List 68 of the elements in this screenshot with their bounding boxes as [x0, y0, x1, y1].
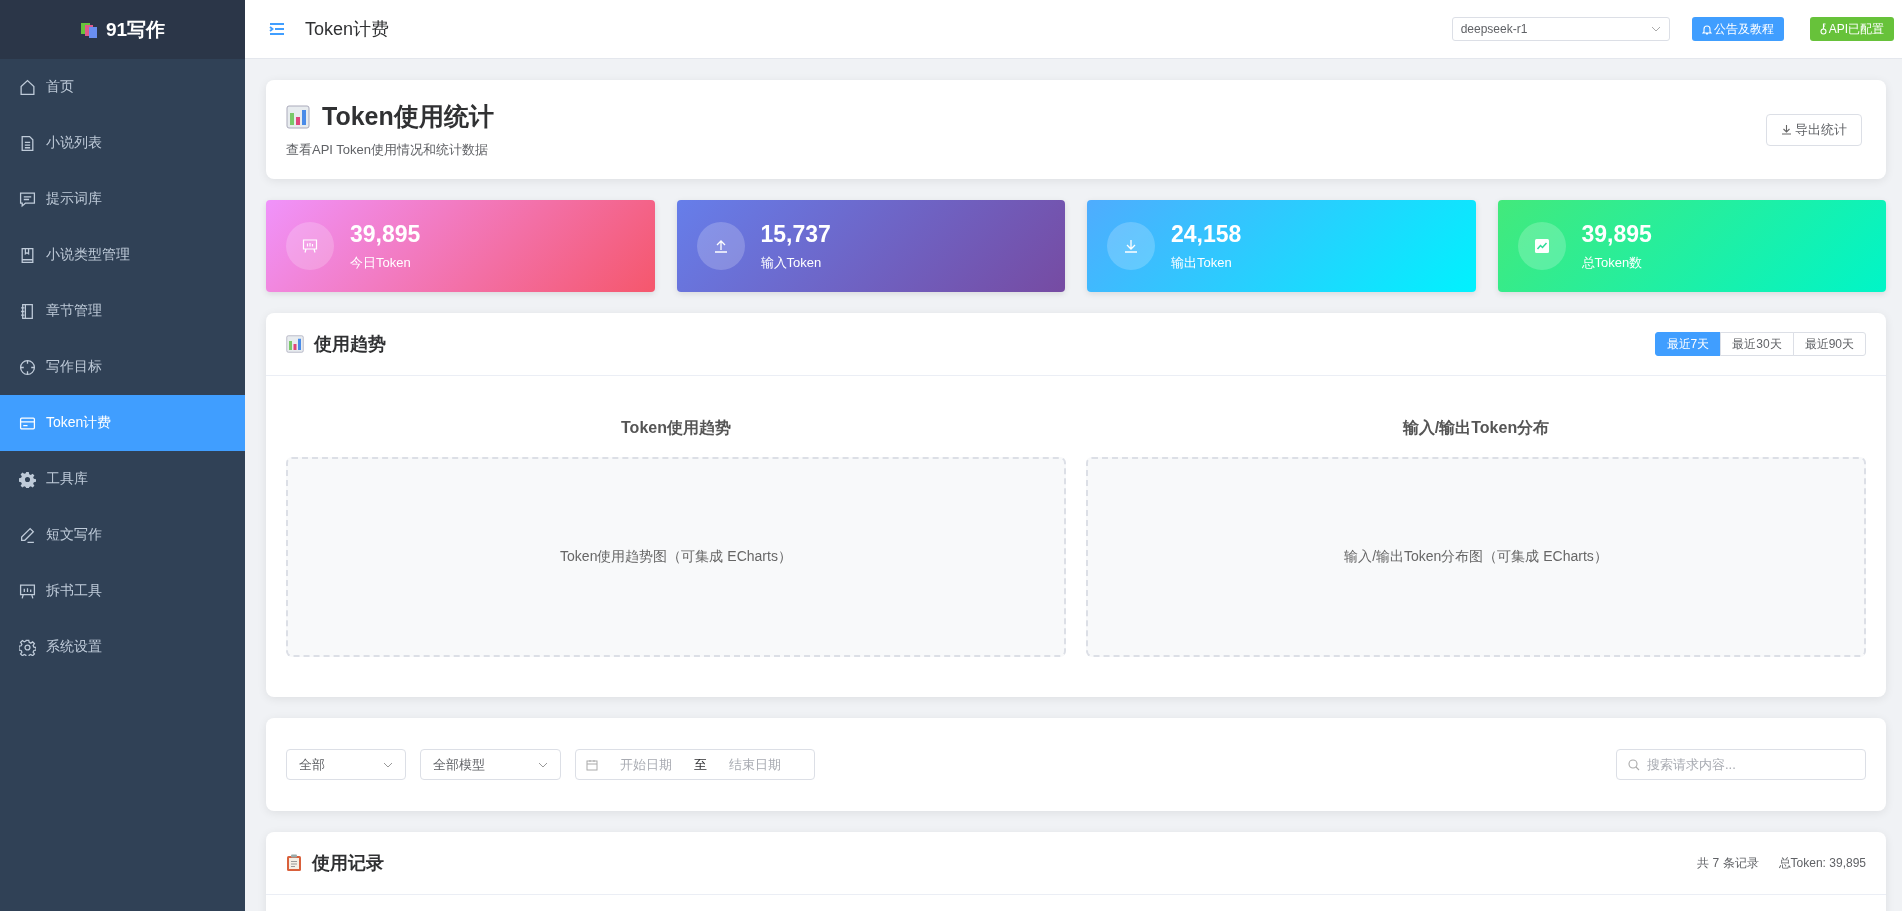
- home-icon: [19, 78, 36, 96]
- chat-icon: [19, 190, 36, 208]
- easel-icon: [19, 582, 36, 600]
- settings-icon: [19, 638, 36, 656]
- bell-icon: [1701, 23, 1712, 35]
- chart-title: Token使用趋势: [620, 418, 732, 438]
- page-title: Token计费: [305, 18, 390, 41]
- pen-icon: [19, 526, 36, 544]
- stat-label: 总Token数: [1581, 253, 1644, 272]
- end-date-input[interactable]: 结束日期: [715, 756, 795, 773]
- nav-item[interactable]: 首页: [0, 59, 245, 115]
- model-filter-select[interactable]: 全部模型: [420, 749, 561, 780]
- menu-icon[interactable]: [269, 22, 285, 36]
- stat-value: 24,158: [1171, 220, 1242, 248]
- nav-item[interactable]: 拆书工具: [0, 563, 245, 619]
- chart-placeholder-text: Token使用趋势图（可集成 ECharts）: [560, 548, 792, 566]
- bar-chart-icon: [286, 335, 304, 353]
- download-icon: [1781, 124, 1792, 135]
- stat-label: 输入Token: [760, 253, 823, 272]
- nav-item[interactable]: 工具库: [0, 451, 245, 507]
- presentation-icon: [302, 238, 318, 254]
- section-title: 使用趋势: [314, 333, 386, 356]
- section-title: 使用记录: [312, 852, 384, 875]
- key-icon: [1819, 23, 1827, 35]
- chart-placeholder-text: 输入/输出Token分布图（可集成 ECharts）: [1344, 548, 1608, 566]
- line-chart-icon: [1534, 239, 1549, 253]
- nav-item[interactable]: 小说列表: [0, 115, 245, 171]
- books-icon: [79, 20, 98, 39]
- nav-item[interactable]: 系统设置: [0, 619, 245, 675]
- stat-value: 39,895: [1581, 220, 1652, 248]
- start-date-input[interactable]: 开始日期: [606, 756, 686, 773]
- range-tab[interactable]: 最近90天: [1792, 332, 1866, 356]
- token-total: 总Token: 39,895: [1778, 854, 1866, 872]
- date-range-picker[interactable]: 开始日期 至 结束日期: [575, 749, 815, 780]
- book-icon: [19, 246, 36, 264]
- nav-item[interactable]: 提示词库: [0, 171, 245, 227]
- nav-item[interactable]: 小说类型管理: [0, 227, 245, 283]
- search-field[interactable]: 搜索请求内容...: [1616, 749, 1866, 780]
- gear-icon: [19, 470, 36, 488]
- bar-chart-icon: [286, 104, 310, 129]
- stat-value: 15,737: [760, 220, 831, 248]
- nav-item[interactable]: 写作目标: [0, 339, 245, 395]
- record-count: 共 7 条记录: [1697, 854, 1759, 872]
- chevron-down-icon: [383, 761, 393, 768]
- search-icon: [1628, 759, 1640, 771]
- app-logo-text: 91写作: [105, 17, 166, 42]
- notebook-icon: [19, 302, 36, 320]
- calendar-icon: [586, 758, 598, 771]
- chart-title: 输入/输出Token分布: [1401, 418, 1551, 438]
- date-separator: 至: [694, 755, 707, 774]
- download-icon: [1123, 238, 1139, 254]
- stat-label: 输出Token: [1171, 253, 1233, 272]
- type-select[interactable]: 全部: [286, 749, 406, 780]
- nav-item[interactable]: 短文写作: [0, 507, 245, 563]
- model-select[interactable]: deepseek-r1: [1451, 17, 1670, 41]
- chevron-down-icon: [538, 761, 548, 768]
- range-tab[interactable]: 最近30天: [1720, 332, 1794, 356]
- upload-icon: [712, 238, 729, 254]
- page-subtitle: 查看API Token使用情况和统计数据: [286, 141, 490, 159]
- export-button[interactable]: 导出统计: [1766, 113, 1862, 146]
- stat-value: 39,895: [350, 220, 421, 248]
- clipboard-icon: [286, 854, 302, 872]
- page-heading: Token使用统计: [322, 101, 494, 132]
- stat-label: 今日Token: [350, 253, 412, 272]
- chevron-down-icon: [1650, 26, 1661, 32]
- document-icon: [19, 134, 36, 152]
- nav-item[interactable]: 章节管理: [0, 283, 245, 339]
- crosshair-icon: [19, 358, 36, 376]
